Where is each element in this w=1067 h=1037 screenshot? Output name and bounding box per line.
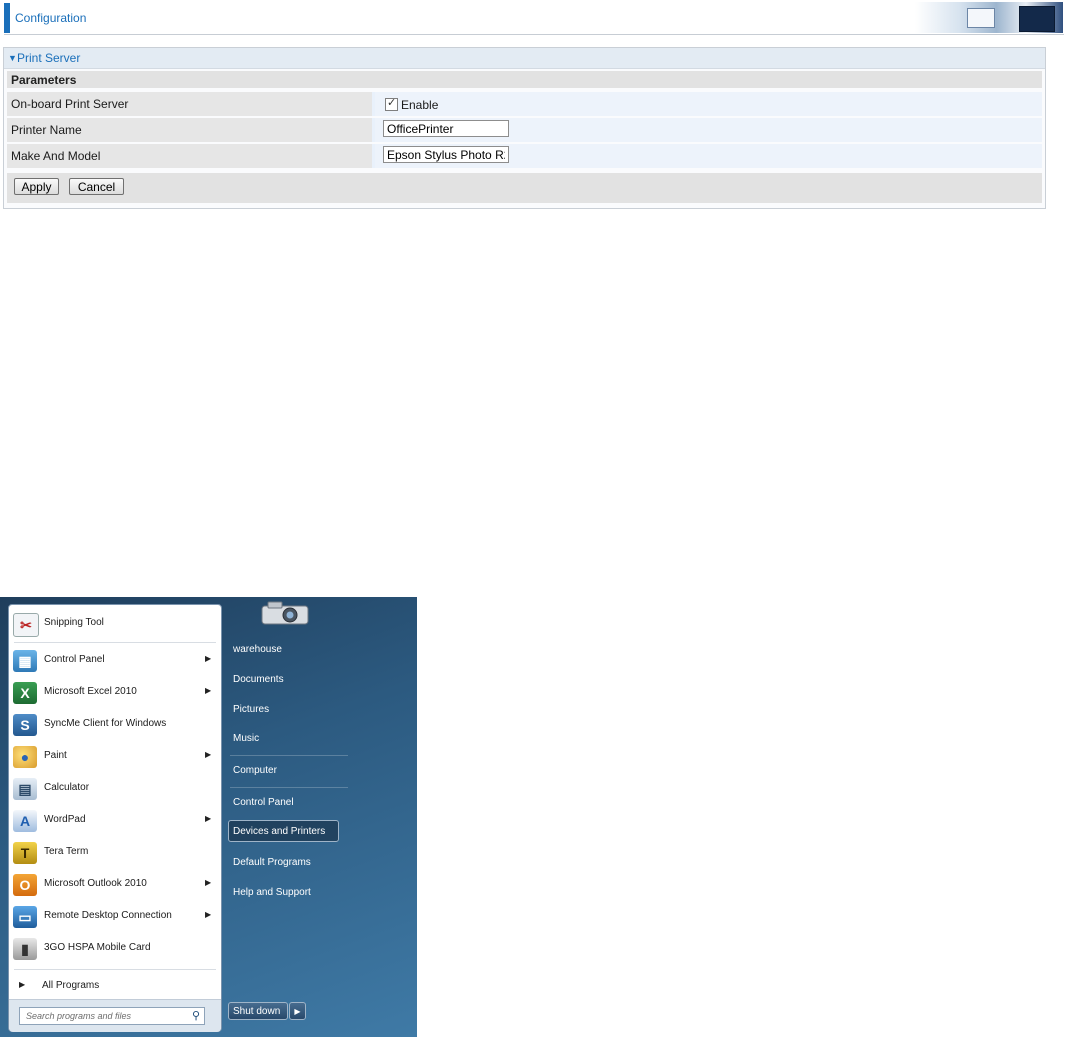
programs-pane: ✂ Snipping Tool ▦ Control Panel ▶ X Micr… [8, 604, 222, 1032]
header-divider [4, 34, 1064, 35]
submenu-arrow-icon: ▶ [205, 878, 212, 887]
usb-modem-icon: ▮ [13, 938, 37, 960]
menu-item-label: Microsoft Outlook 2010 [44, 878, 147, 889]
submenu-arrow-icon: ▶ [205, 686, 212, 695]
search-placeholder: Search programs and files [26, 1011, 132, 1021]
excel-icon: X [13, 682, 37, 704]
divider [230, 755, 348, 756]
parameters-label: Parameters [11, 73, 77, 87]
menu-item-label: WordPad [44, 814, 86, 825]
make-and-model-input[interactable] [383, 146, 509, 163]
cancel-button[interactable]: Cancel [69, 178, 124, 195]
all-programs-label: All Programs [42, 980, 100, 991]
row-make-and-model: Make And Model [7, 144, 1042, 168]
outlook-icon: O [13, 874, 37, 896]
print-server-titlebar[interactable]: ▼ Print Server [4, 48, 1045, 69]
menu-item-snipping-tool[interactable]: ✂ Snipping Tool [9, 608, 221, 640]
menu-item-control-panel[interactable]: ▦ Control Panel ▶ [9, 645, 221, 677]
menu-item-remote-desktop[interactable]: ▭ Remote Desktop Connection ▶ [9, 901, 221, 933]
menu-item-calculator[interactable]: ▤ Calculator [9, 773, 221, 805]
menu-item-label: 3GO HSPA Mobile Card [44, 942, 151, 953]
start-menu: ✂ Snipping Tool ▦ Control Panel ▶ X Micr… [0, 597, 417, 1037]
button-bar: Apply Cancel [7, 173, 1042, 203]
header-banner-image [915, 2, 1063, 33]
menu-item-outlook[interactable]: O Microsoft Outlook 2010 ▶ [9, 869, 221, 901]
search-icon[interactable]: ⚲ [192, 1009, 200, 1022]
row-printer-name: Printer Name [7, 118, 1042, 142]
menu-item-syncme[interactable]: S SyncMe Client for Windows [9, 709, 221, 741]
make-and-model-label: Make And Model [11, 149, 101, 163]
camera-icon [261, 601, 309, 625]
submenu-arrow-icon: ▶ [205, 814, 212, 823]
divider [14, 969, 216, 970]
places-item-help-and-support[interactable]: Help and Support [233, 887, 311, 898]
section-title: Print Server [17, 51, 81, 65]
sync-icon: S [13, 714, 37, 736]
places-item-warehouse[interactable]: warehouse [233, 644, 282, 655]
menu-item-label: Microsoft Excel 2010 [44, 686, 137, 697]
banner-monitor-shape [1019, 6, 1055, 32]
control-panel-icon: ▦ [13, 650, 37, 672]
submenu-arrow-icon: ▶ [205, 750, 212, 759]
places-item-default-programs[interactable]: Default Programs [233, 857, 311, 868]
places-item-pictures[interactable]: Pictures [233, 704, 269, 715]
collapse-triangle-icon[interactable]: ▼ [8, 53, 17, 63]
search-input[interactable]: Search programs and files ⚲ [19, 1007, 205, 1025]
row-label-cell: Printer Name [7, 118, 372, 142]
menu-item-paint[interactable]: ● Paint ▶ [9, 741, 221, 773]
terminal-icon: T [13, 842, 37, 864]
calculator-icon: ▤ [13, 778, 37, 800]
enable-checkbox[interactable] [385, 96, 398, 111]
menu-item-label: Snipping Tool [44, 617, 104, 628]
enable-checkbox-label[interactable]: Enable [401, 98, 438, 112]
menu-item-label: Remote Desktop Connection [44, 910, 172, 921]
row-onboard-print-server: On-board Print Server Enable [7, 92, 1042, 116]
all-programs-arrow-icon: ▶ [19, 980, 26, 989]
search-area: Search programs and files ⚲ [9, 999, 221, 1032]
parameters-header: Parameters [7, 71, 1042, 88]
row-value-cell: Enable [375, 92, 1042, 116]
divider [14, 642, 216, 643]
shut-down-button[interactable]: Shut down [228, 1002, 288, 1020]
onboard-print-server-label: On-board Print Server [11, 97, 129, 111]
print-server-panel: ▼ Print Server Parameters On-board Print… [3, 47, 1046, 209]
menu-item-label: Tera Term [44, 846, 89, 857]
places-pane: warehouse Documents Pictures Music Compu… [224, 597, 350, 1037]
header-accent-bar [4, 3, 10, 33]
divider [230, 787, 348, 788]
page-title: Configuration [15, 11, 87, 25]
menu-item-label: SyncMe Client for Windows [44, 718, 167, 729]
places-item-computer[interactable]: Computer [233, 765, 277, 776]
places-item-devices-and-printers[interactable]: Devices and Printers [228, 820, 339, 842]
submenu-arrow-icon: ▶ [205, 654, 212, 663]
submenu-arrow-icon: ▶ [205, 910, 212, 919]
places-item-documents[interactable]: Documents [233, 674, 284, 685]
menu-item-3go-hspa[interactable]: ▮ 3GO HSPA Mobile Card [9, 933, 221, 965]
banner-laptop-shape [967, 8, 995, 28]
menu-item-tera-term[interactable]: T Tera Term [9, 837, 221, 869]
row-value-cell [375, 118, 1042, 142]
menu-item-label: Control Panel [44, 654, 105, 665]
scissors-icon: ✂ [13, 613, 39, 637]
remote-desktop-icon: ▭ [13, 906, 37, 928]
wordpad-icon: A [13, 810, 37, 832]
apply-button[interactable]: Apply [14, 178, 59, 195]
row-value-cell [375, 144, 1042, 168]
row-label-cell: Make And Model [7, 144, 372, 168]
printer-name-input[interactable] [383, 120, 509, 137]
shut-down-options-arrow-icon[interactable]: ▶ [289, 1002, 306, 1020]
places-item-control-panel[interactable]: Control Panel [233, 797, 294, 808]
places-item-music[interactable]: Music [233, 733, 259, 744]
menu-item-wordpad[interactable]: A WordPad ▶ [9, 805, 221, 837]
all-programs-item[interactable]: ▶ All Programs [9, 975, 221, 997]
menu-item-label: Paint [44, 750, 67, 761]
menu-item-excel[interactable]: X Microsoft Excel 2010 ▶ [9, 677, 221, 709]
row-label-cell: On-board Print Server [7, 92, 372, 116]
palette-icon: ● [13, 746, 37, 768]
menu-item-label: Calculator [44, 782, 90, 793]
printer-name-label: Printer Name [11, 123, 82, 137]
config-header: Configuration [0, 0, 1067, 36]
